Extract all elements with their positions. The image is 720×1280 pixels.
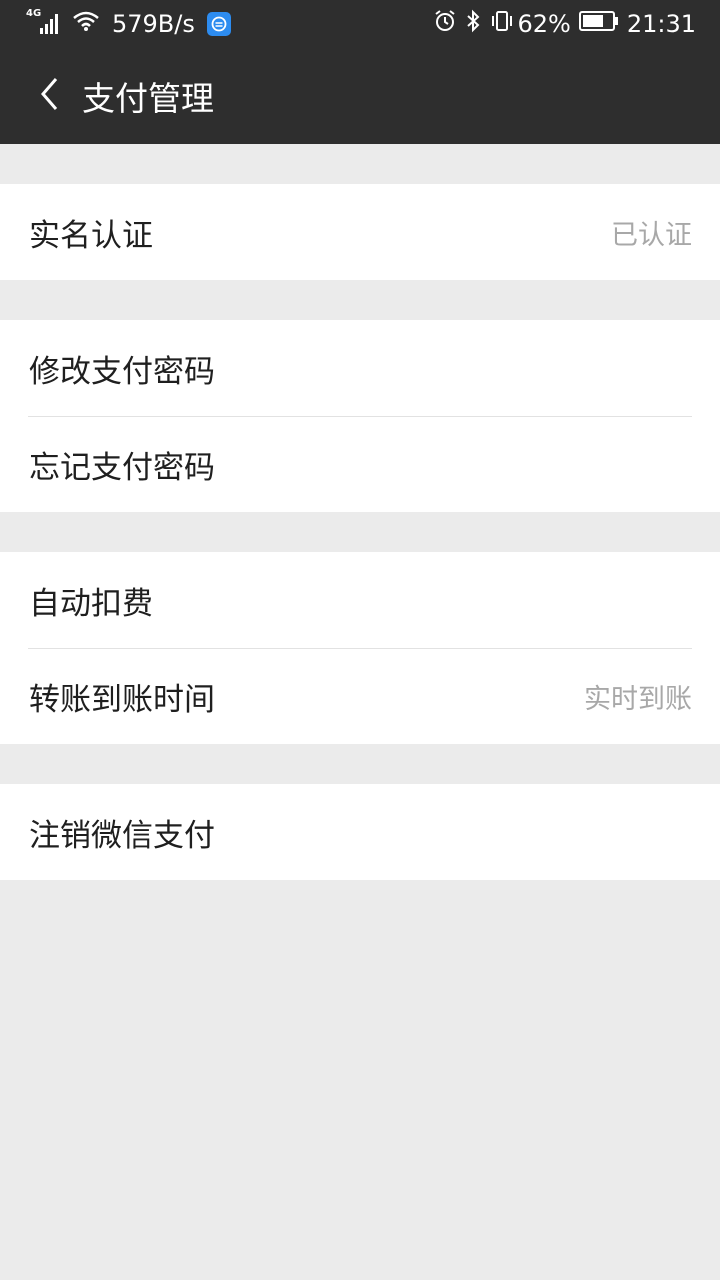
row-label: 转账到账时间 xyxy=(29,681,215,718)
row-real-name-verification[interactable]: 实名认证 已认证 xyxy=(0,184,720,280)
app-notification-icon xyxy=(206,12,231,36)
row-label: 自动扣费 xyxy=(29,585,153,622)
status-right: 62% 21:31 xyxy=(425,9,696,39)
bluetooth-icon xyxy=(465,9,481,39)
row-forgot-payment-password[interactable]: 忘记支付密码 xyxy=(0,416,720,512)
network-type-label: 4G xyxy=(26,8,42,19)
battery-icon xyxy=(578,10,619,38)
row-value: 实时到账 xyxy=(584,683,692,715)
settings-group-deduction: 自动扣费 转账到账时间 实时到账 xyxy=(0,552,720,744)
clock-time: 21:31 xyxy=(626,10,696,38)
row-label: 实名认证 xyxy=(29,217,153,254)
settings-group-verification: 实名认证 已认证 xyxy=(0,184,720,280)
wifi-icon xyxy=(72,10,100,38)
row-transfer-arrival-time[interactable]: 转账到账时间 实时到账 xyxy=(0,648,720,744)
page-title: 支付管理 xyxy=(82,79,214,118)
network-speed: 579B/s xyxy=(112,10,195,38)
chevron-left-icon xyxy=(38,76,62,116)
alarm-icon xyxy=(433,9,457,39)
back-button[interactable] xyxy=(20,48,80,144)
nav-bar: 支付管理 xyxy=(0,48,720,144)
status-bar: 4G 579B/s 62% 21:31 xyxy=(0,0,720,48)
row-value: 已认证 xyxy=(611,219,692,251)
row-auto-deduction[interactable]: 自动扣费 xyxy=(0,552,720,648)
status-left: 4G 579B/s xyxy=(26,8,243,38)
settings-group-password: 修改支付密码 忘记支付密码 xyxy=(0,320,720,512)
vibrate-icon xyxy=(489,9,515,39)
row-change-payment-password[interactable]: 修改支付密码 xyxy=(0,320,720,416)
row-label: 忘记支付密码 xyxy=(29,449,215,486)
row-label: 注销微信支付 xyxy=(29,817,215,854)
battery-percent: 62% xyxy=(517,10,571,38)
row-label: 修改支付密码 xyxy=(29,353,215,390)
signal-icon: 4G xyxy=(26,8,60,36)
row-deactivate-wechat-pay[interactable]: 注销微信支付 xyxy=(0,784,720,880)
settings-group-deactivate: 注销微信支付 xyxy=(0,784,720,880)
